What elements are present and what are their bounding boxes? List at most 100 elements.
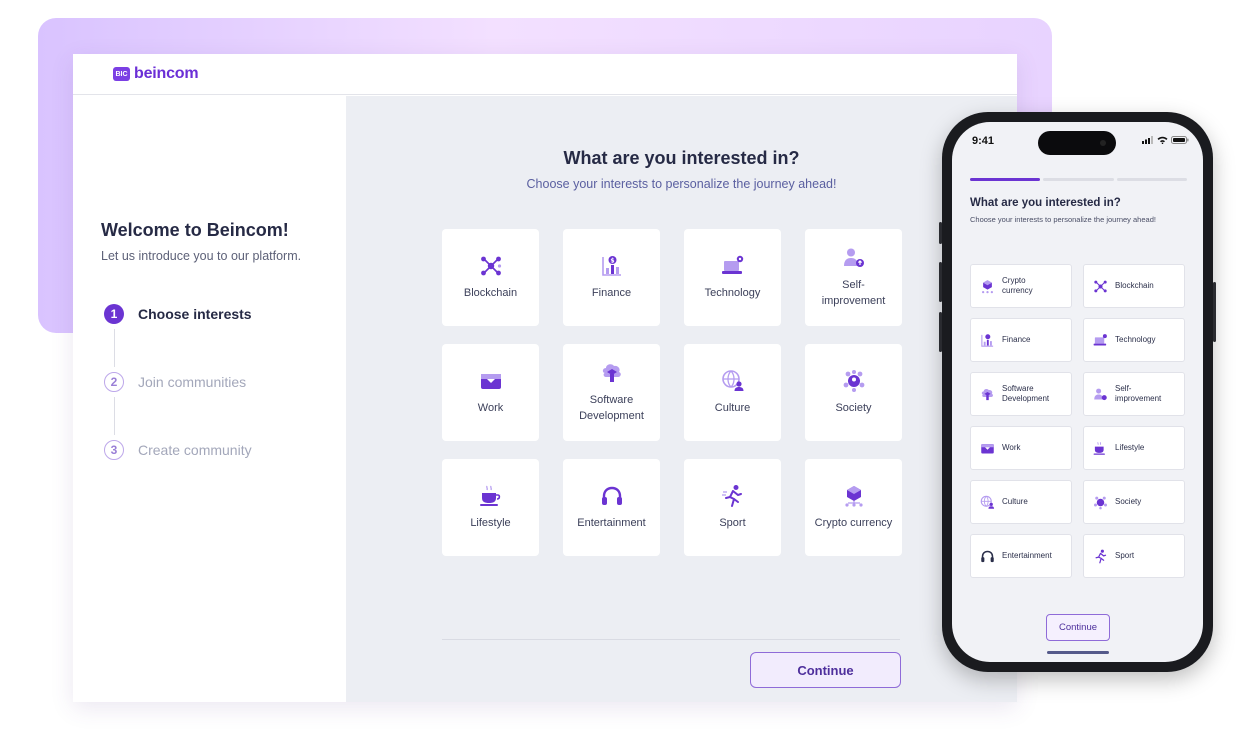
blockchain-icon <box>1094 280 1107 292</box>
step-join-communities[interactable]: 2 Join communities <box>101 367 346 397</box>
interest-label: Self- improvement <box>821 279 886 307</box>
step-label: Join communities <box>138 374 247 390</box>
interest-label: Culture <box>714 401 751 414</box>
interest-label: Work <box>477 401 504 414</box>
phone-interest-card-culture[interactable]: Culture <box>970 480 1072 524</box>
self-improvement-icon <box>843 248 864 268</box>
entertainment-icon <box>601 486 622 505</box>
interest-label: Work <box>1002 442 1021 452</box>
interest-label: Blockchain <box>1115 280 1154 290</box>
interest-card-society[interactable]: Society <box>805 344 902 441</box>
phone-interest-card-software-development[interactable]: Software Development <box>970 372 1072 416</box>
page-subtitle: Choose your interests to personalize the… <box>526 177 837 191</box>
entertainment-icon <box>981 550 994 562</box>
logo-badge: BIC <box>113 67 130 81</box>
sport-icon <box>1095 549 1107 563</box>
continue-button[interactable]: Continue <box>750 652 901 688</box>
status-time: 9:41 <box>972 135 995 147</box>
interest-card-lifestyle[interactable]: Lifestyle <box>442 459 539 556</box>
phone-page-subtitle: Choose your interests to personalize the… <box>970 215 1156 224</box>
phone-continue-button[interactable]: Continue <box>1046 614 1110 641</box>
phone-interest-card-technology[interactable]: Technology <box>1083 318 1185 362</box>
interest-card-finance[interactable]: $ Finance <box>563 229 660 326</box>
page-title: What are you interested in? <box>563 148 800 168</box>
phone-interest-card-finance[interactable]: Finance <box>970 318 1072 362</box>
battery-icon <box>1171 136 1189 144</box>
progress-segment <box>970 178 1041 181</box>
work-icon <box>480 373 501 389</box>
wifi-icon <box>1157 136 1168 144</box>
home-indicator <box>1047 651 1109 654</box>
step-connector <box>114 397 115 435</box>
welcome-title: Welcome to Beincom! <box>101 220 289 240</box>
interest-card-software-development[interactable]: Software Development <box>563 344 660 441</box>
footer-divider <box>442 639 900 640</box>
interest-label: Entertainment <box>1002 550 1052 560</box>
interest-label: Culture <box>1002 496 1028 506</box>
interest-label: Crypto currency <box>1002 275 1033 295</box>
finance-icon <box>981 333 994 347</box>
technology-icon <box>1093 333 1107 345</box>
interests-panel: What are you interested in? Choose your … <box>346 96 1017 702</box>
phone-interests-grid: Crypto currency Blockchain Finance Techn… <box>970 264 1185 578</box>
finance-icon: $ <box>601 255 621 276</box>
interest-label: Self- improvement <box>1115 383 1162 403</box>
step-number: 3 <box>104 440 124 460</box>
beincom-logo[interactable]: BIC beincom <box>113 65 199 83</box>
logo-text: beincom <box>134 65 199 82</box>
phone-interest-card-self-improvement[interactable]: Self- improvement <box>1083 372 1185 416</box>
phone-side-button <box>939 222 942 244</box>
progress-segment <box>1116 178 1187 181</box>
interest-label: Finance <box>591 286 632 299</box>
phone-interest-card-sport[interactable]: Sport <box>1083 534 1185 578</box>
interest-card-culture[interactable]: Culture <box>684 344 781 441</box>
onboarding-progress <box>970 178 1187 181</box>
interest-label: Technology <box>704 286 761 299</box>
lifestyle-icon <box>1093 441 1105 455</box>
interest-label: Society <box>1115 496 1142 506</box>
phone-interest-card-crypto-currency[interactable]: Crypto currency <box>970 264 1072 308</box>
phone-side-button <box>1213 282 1216 342</box>
phone-interest-card-blockchain[interactable]: Blockchain <box>1083 264 1185 308</box>
onboarding-content: Welcome to Beincom! Let us introduce you… <box>73 96 1017 702</box>
work-icon <box>981 443 994 453</box>
phone-interest-card-entertainment[interactable]: Entertainment <box>970 534 1072 578</box>
interest-card-crypto-currency[interactable]: Crypto currency <box>805 459 902 556</box>
camera-dot <box>1100 140 1106 146</box>
step-label: Create community <box>138 442 252 458</box>
welcome-subtitle: Let us introduce you to our platform. <box>101 249 302 263</box>
phone-side-button <box>939 312 942 352</box>
software-development-icon <box>981 388 994 400</box>
stepper: 1 Choose interests 2 Join communities 3 … <box>101 299 346 465</box>
phone-mockup: 9:41 What are you interested in? Choose … <box>939 112 1216 672</box>
signal-icon <box>1142 136 1153 144</box>
culture-icon <box>980 495 995 509</box>
dynamic-island <box>1038 131 1116 155</box>
interest-card-entertainment[interactable]: Entertainment <box>563 459 660 556</box>
interest-card-sport[interactable]: Sport <box>684 459 781 556</box>
interest-card-work[interactable]: Work <box>442 344 539 441</box>
culture-icon <box>721 369 743 391</box>
phone-interest-card-work[interactable]: Work <box>970 426 1072 470</box>
technology-icon <box>721 255 743 274</box>
blockchain-icon <box>480 256 501 276</box>
step-choose-interests[interactable]: 1 Choose interests <box>101 299 346 329</box>
interest-card-blockchain[interactable]: Blockchain <box>442 229 539 326</box>
self-improvement-icon <box>1094 388 1107 400</box>
interest-label: Lifestyle <box>1115 442 1145 452</box>
interest-label: Crypto currency <box>814 516 893 529</box>
status-icons <box>1142 136 1189 144</box>
interest-label: Society <box>835 401 872 414</box>
interests-grid: Blockchain $ Finance Technology Self- im… <box>442 229 902 556</box>
phone-screen: 9:41 What are you interested in? Choose … <box>952 122 1203 662</box>
top-bar: BIC beincom <box>73 54 1017 95</box>
interest-card-technology[interactable]: Technology <box>684 229 781 326</box>
phone-interest-card-society[interactable]: Society <box>1083 480 1185 524</box>
step-create-community[interactable]: 3 Create community <box>101 435 346 465</box>
step-connector <box>114 329 115 367</box>
interest-label: Finance <box>1002 334 1031 344</box>
phone-interest-card-lifestyle[interactable]: Lifestyle <box>1083 426 1185 470</box>
interest-card-self-improvement[interactable]: Self- improvement <box>805 229 902 326</box>
interest-label: Software Development <box>579 394 644 422</box>
step-number: 1 <box>104 304 124 324</box>
